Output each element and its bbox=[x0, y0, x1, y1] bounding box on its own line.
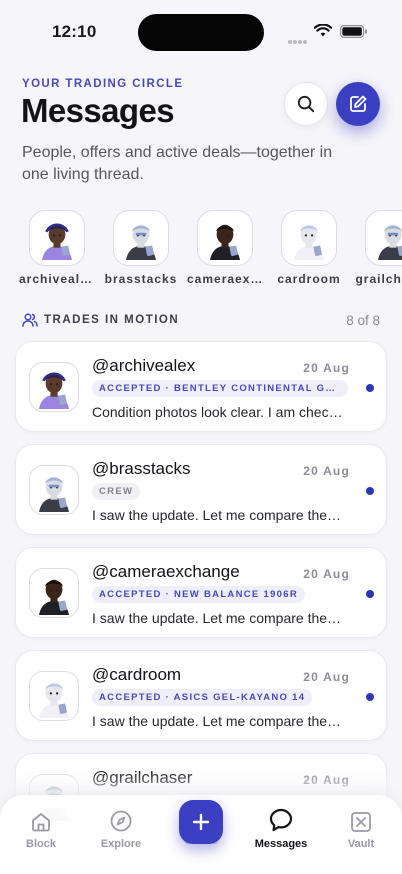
thread-preview: I saw the update. Let me compare the ter… bbox=[92, 713, 344, 729]
story-item[interactable]: cardroom bbox=[271, 210, 347, 286]
status-time: 12:10 bbox=[52, 22, 97, 41]
search-icon bbox=[297, 95, 315, 113]
story-label: grailchaser bbox=[355, 272, 402, 286]
thread-handle: @cardroom bbox=[92, 665, 182, 684]
section-title: TRADES IN MOTION bbox=[44, 314, 180, 326]
nav-label-block: Block bbox=[26, 838, 56, 850]
story-item[interactable]: archivealex bbox=[19, 210, 95, 286]
nav-label-messages: Messages bbox=[254, 838, 308, 850]
thread-card[interactable]: @archivealex 20 Aug ACCEPTED · BENTLEY CON… bbox=[15, 341, 387, 432]
search-button[interactable] bbox=[284, 82, 328, 126]
cellular-signal-icon bbox=[288, 31, 308, 44]
story-item[interactable]: cameraexchange bbox=[187, 210, 263, 286]
story-label: cameraexchange bbox=[187, 272, 263, 286]
thread-preview: Condition photos look clear. I am checki… bbox=[92, 404, 344, 420]
thread-card[interactable]: @brasstacks 20 Aug CREW I saw the update. L… bbox=[15, 444, 387, 535]
status-badge: CREW bbox=[92, 483, 141, 500]
nav-label-vault: Vault bbox=[347, 838, 375, 850]
page-title: Messages bbox=[21, 92, 175, 129]
avatar bbox=[113, 210, 169, 266]
thread-handle: @archivealex bbox=[92, 356, 196, 375]
status-badge: ACCEPTED · BENTLEY CONTINENTAL GT SPEED bbox=[92, 380, 348, 397]
vault-icon bbox=[351, 812, 371, 832]
thread-date: 20 Aug bbox=[303, 670, 350, 684]
avatar bbox=[29, 210, 85, 266]
story-label: cardroom bbox=[277, 272, 341, 286]
eyebrow-label: YOUR TRADING CIRCLE bbox=[22, 78, 184, 90]
status-badge: ACCEPTED · ASICS GEL-KAYANO 14 bbox=[92, 689, 313, 706]
status-bar: 12:10 bbox=[0, 0, 402, 54]
thread-card[interactable]: @cameraexchange 20 Aug ACCEPTED · NEW BALA… bbox=[15, 547, 387, 638]
wifi-icon bbox=[314, 24, 332, 37]
story-item[interactable]: brasstacks bbox=[103, 210, 179, 286]
thread-date: 20 Aug bbox=[303, 464, 350, 478]
thread-handle: @brasstacks bbox=[92, 459, 191, 478]
unread-indicator bbox=[366, 590, 374, 598]
story-label: brasstacks bbox=[104, 272, 178, 286]
avatar bbox=[29, 362, 79, 412]
avatar bbox=[365, 210, 402, 266]
thread-card[interactable]: @cardroom 20 Aug ACCEPTED · ASICS GEL-KAYA… bbox=[15, 650, 387, 741]
nav-label-explore: Explore bbox=[100, 838, 142, 850]
story-label: archivealex bbox=[19, 272, 95, 286]
thread-date: 20 Aug bbox=[303, 567, 350, 581]
nav-item-vault[interactable]: Vault bbox=[331, 807, 391, 850]
dynamic-island bbox=[138, 14, 264, 51]
unread-indicator bbox=[366, 693, 374, 701]
thread-handle: @cameraexchange bbox=[92, 562, 240, 581]
battery-icon bbox=[340, 25, 367, 38]
unread-indicator bbox=[366, 487, 374, 495]
section-header: TRADES IN MOTION 8 of 8 bbox=[22, 312, 380, 330]
create-button[interactable] bbox=[179, 800, 223, 844]
compose-icon bbox=[350, 95, 367, 112]
thread-date: 20 Aug bbox=[303, 361, 350, 375]
compass-icon bbox=[110, 810, 132, 832]
nav-item-block[interactable]: Block bbox=[11, 807, 71, 850]
compose-button[interactable] bbox=[336, 82, 380, 126]
page-subtitle: People, offers and active deals—together… bbox=[22, 144, 333, 183]
avatar bbox=[29, 465, 79, 515]
chat-bubble-icon bbox=[269, 808, 293, 832]
people-icon bbox=[22, 313, 38, 327]
avatar bbox=[29, 671, 79, 721]
home-icon bbox=[32, 813, 50, 832]
status-badge: ACCEPTED · NEW BALANCE 1906R bbox=[92, 586, 305, 603]
unread-indicator bbox=[366, 384, 374, 392]
section-count: 8 of 8 bbox=[346, 313, 380, 328]
nav-item-messages[interactable]: Messages bbox=[251, 807, 311, 850]
stories-row[interactable]: archivealex brasstacks cameraexchange cardr… bbox=[0, 210, 402, 290]
avatar bbox=[281, 210, 337, 266]
thread-preview: I saw the update. Let me compare the ter… bbox=[92, 507, 344, 523]
thread-preview: I saw the update. Let me compare the ter… bbox=[92, 610, 344, 626]
plus-icon bbox=[192, 813, 210, 831]
story-item[interactable]: grailchaser bbox=[355, 210, 402, 286]
avatar bbox=[197, 210, 253, 266]
avatar bbox=[29, 568, 79, 618]
nav-item-explore[interactable]: Explore bbox=[91, 807, 151, 850]
